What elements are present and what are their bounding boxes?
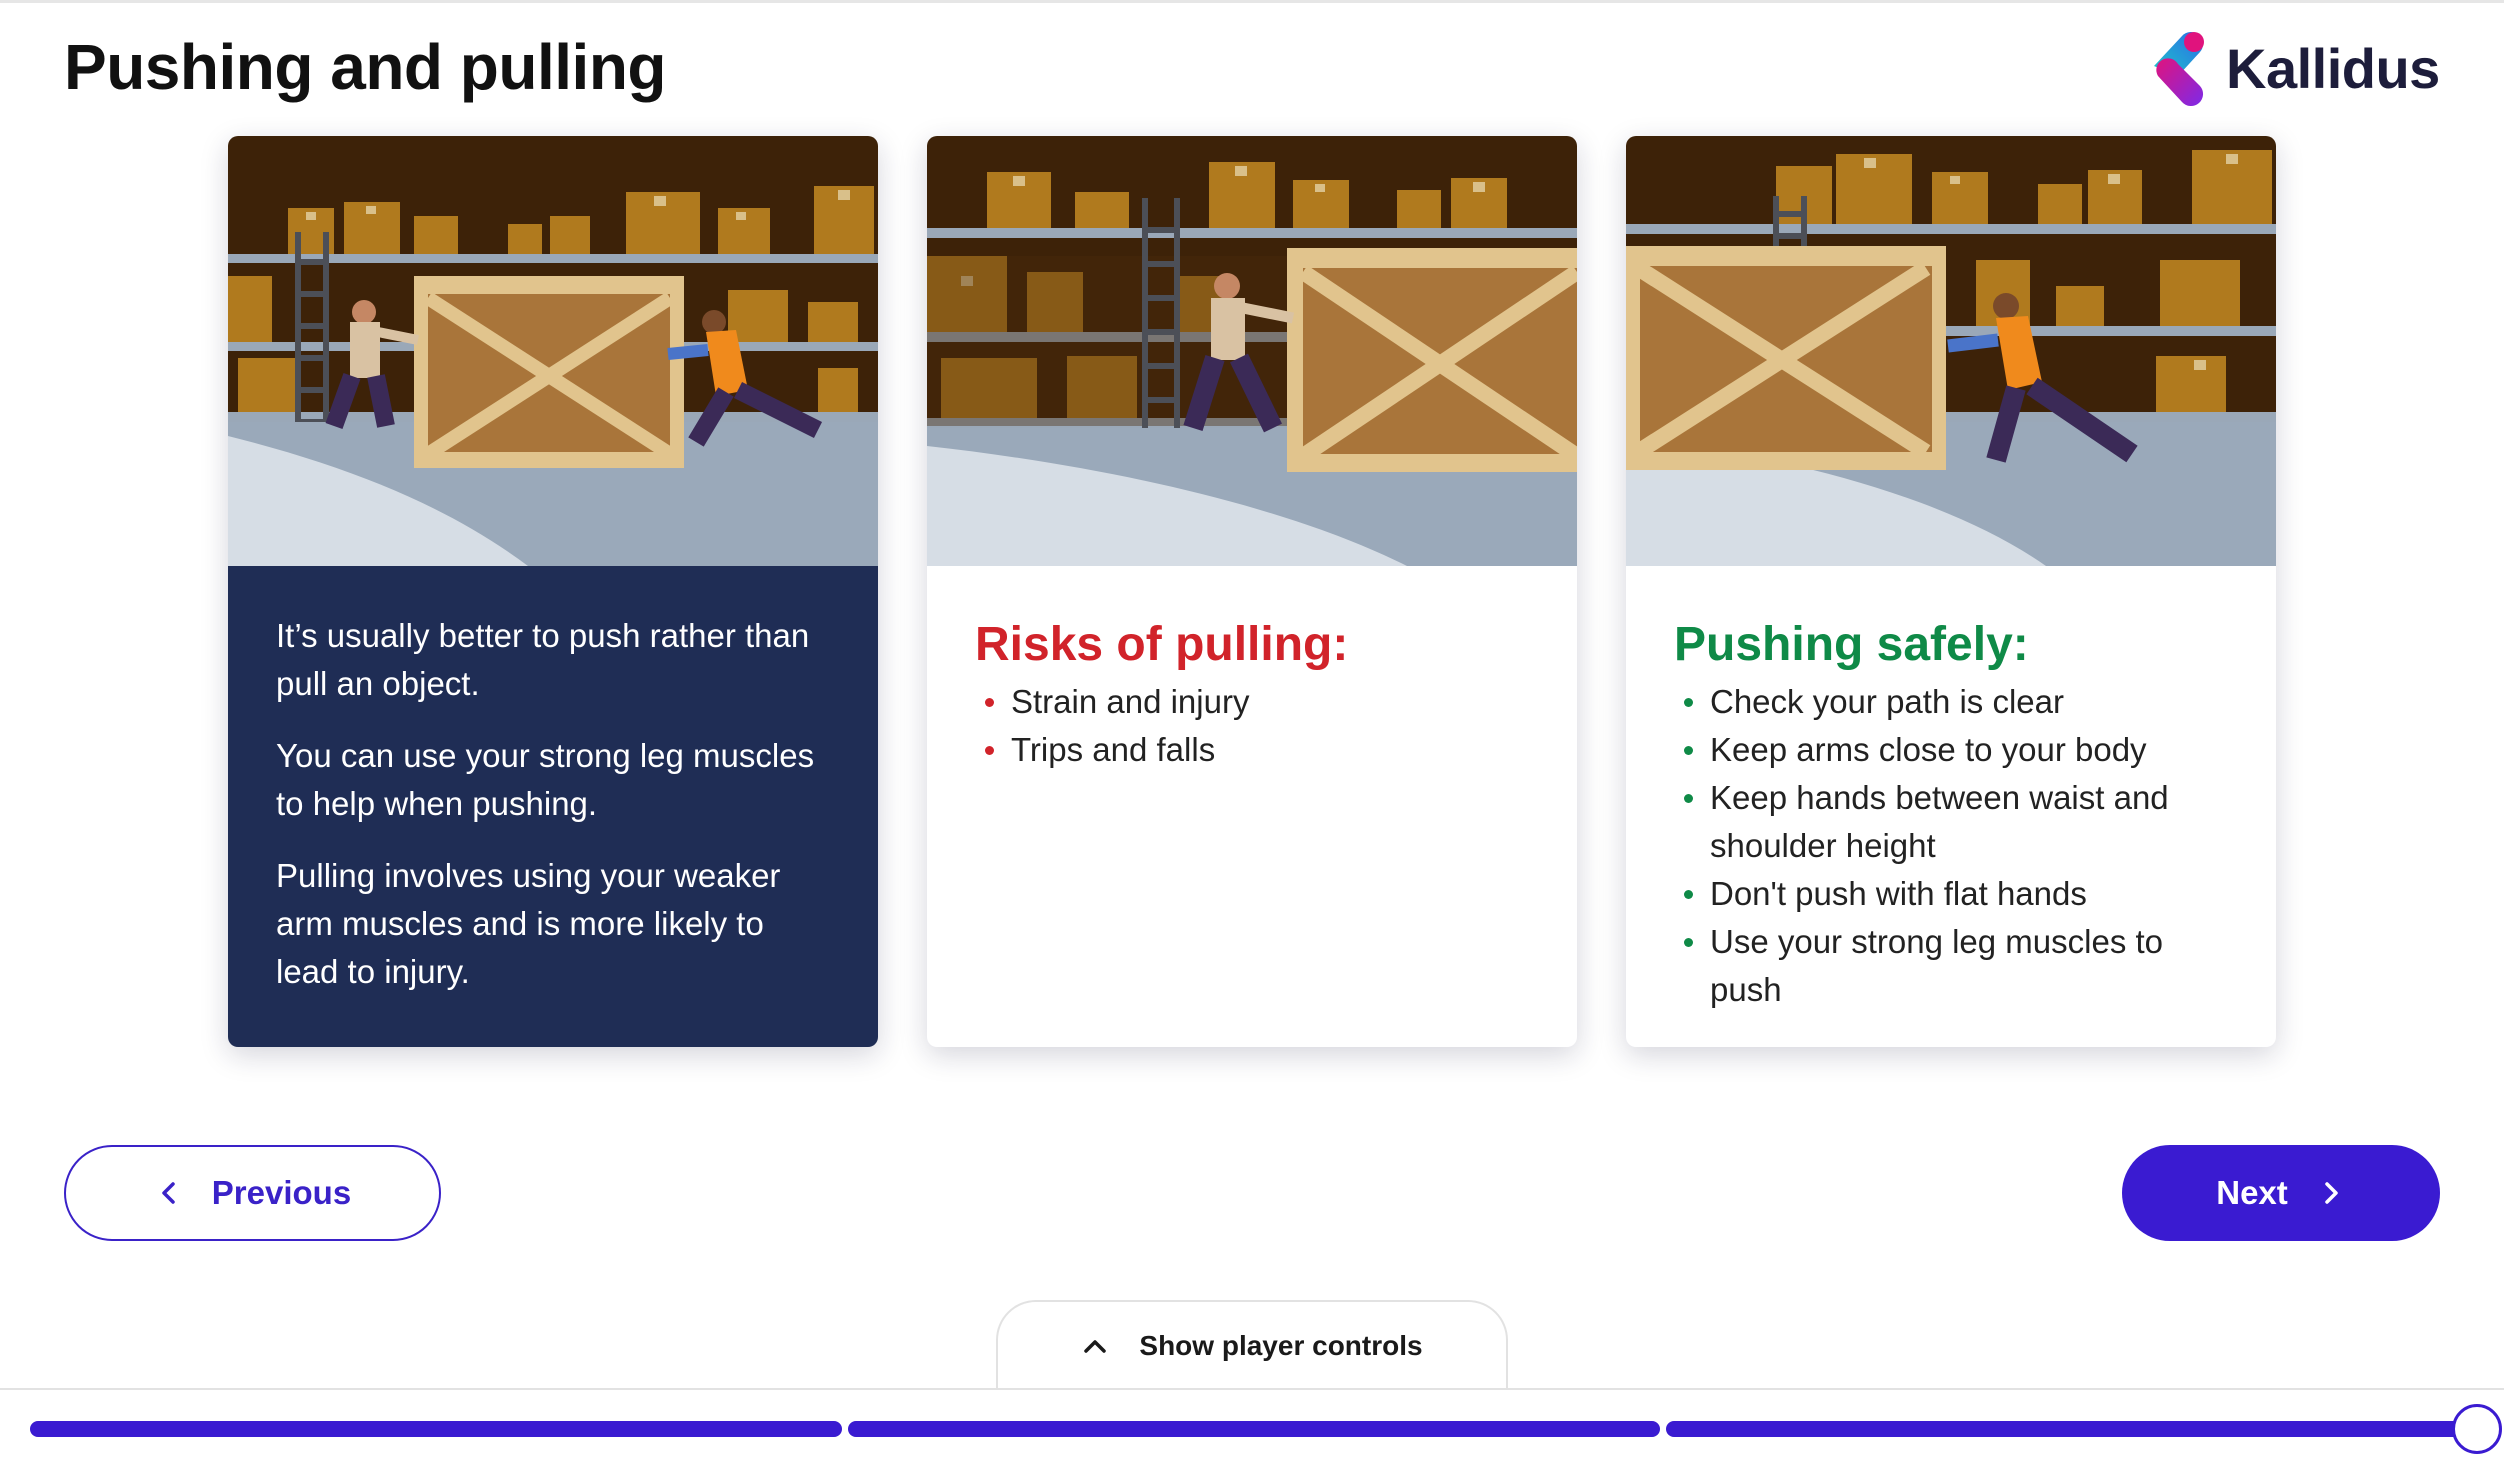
list-item: Keep arms close to your body (1674, 726, 2228, 774)
list-item: Check your path is clear (1674, 678, 2228, 726)
card-paragraph: You can use your strong leg muscles to h… (276, 737, 815, 822)
show-player-controls-label: Show player controls (1139, 1330, 1423, 1361)
card-paragraph: Pulling involves using your weaker arm m… (276, 857, 781, 990)
card-push-vs-pull: It’s usually better to push rather than … (228, 136, 878, 1047)
previous-button-label: Previous (211, 1174, 352, 1211)
card-heading: Risks of pulling: (975, 618, 1349, 671)
progress-handle[interactable] (2452, 1404, 2502, 1454)
previous-button[interactable]: Previous (64, 1145, 441, 1241)
list-item: Strain and injury (975, 678, 1529, 726)
bullet-list: Strain and injury Trips and falls (975, 678, 1529, 774)
list-item-text: Keep arms close to your body (1710, 731, 2147, 768)
card-risks-of-pulling: Risks of pulling: Strain and injury Trip… (927, 136, 1577, 1047)
top-divider (0, 0, 2504, 3)
progress-segment (30, 1421, 842, 1437)
brand-logo: Kallidus (2148, 24, 2440, 112)
show-player-controls-button[interactable]: Show player controls (996, 1300, 1508, 1390)
warehouse-illustration (927, 136, 1577, 566)
card-body: Pushing safely: Check your path is clear… (1626, 566, 2276, 1047)
chevron-right-icon (2325, 1182, 2338, 1204)
card-body: It’s usually better to push rather than … (228, 566, 878, 1047)
bullet-icon (1684, 938, 1693, 947)
list-item-text: Don't push with flat hands (1710, 875, 2087, 912)
list-item: Don't push with flat hands (1674, 870, 2228, 918)
brand-name: Kallidus (2226, 36, 2440, 100)
footer-divider (0, 1388, 2504, 1390)
list-item-text: Trips and falls (1011, 731, 1216, 768)
chevron-up-icon (1084, 1340, 1107, 1353)
kallidus-logo-icon (2154, 31, 2204, 107)
card-pushing-safely: Pushing safely: Check your path is clear… (1626, 136, 2276, 1047)
list-item: Use your strong leg muscles to push (1674, 918, 2228, 1014)
bullet-icon (1684, 794, 1693, 803)
progress-segment (848, 1421, 1660, 1437)
next-button-label: Next (2216, 1174, 2288, 1211)
list-item: Trips and falls (975, 726, 1529, 774)
bullet-list: Check your path is clear Keep arms close… (1674, 678, 2228, 1014)
chevron-left-icon (162, 1182, 175, 1204)
bullet-icon (1684, 890, 1693, 899)
bullet-icon (985, 698, 994, 707)
card-paragraph: It’s usually better to push rather than … (276, 617, 810, 702)
bullet-icon (1684, 698, 1693, 707)
list-item-text: Check your path is clear (1710, 683, 2064, 720)
list-item-text: Use your strong leg muscles to push (1710, 923, 2164, 1008)
bullet-icon (1684, 746, 1693, 755)
list-item-text: Strain and injury (1011, 683, 1250, 720)
warehouse-illustration (228, 136, 878, 566)
next-button[interactable]: Next (2122, 1145, 2440, 1241)
page-title: Pushing and pulling (64, 31, 667, 103)
list-item-text: Keep hands between waist and shoulder he… (1710, 779, 2169, 864)
card-body: Risks of pulling: Strain and injury Trip… (927, 566, 1577, 1047)
card-heading: Pushing safely: (1674, 618, 2029, 671)
progress-bar[interactable] (30, 1404, 2502, 1454)
progress-segment (1666, 1421, 2466, 1437)
bullet-icon (985, 746, 994, 755)
warehouse-illustration (1626, 136, 2276, 566)
list-item: Keep hands between waist and shoulder he… (1674, 774, 2228, 870)
